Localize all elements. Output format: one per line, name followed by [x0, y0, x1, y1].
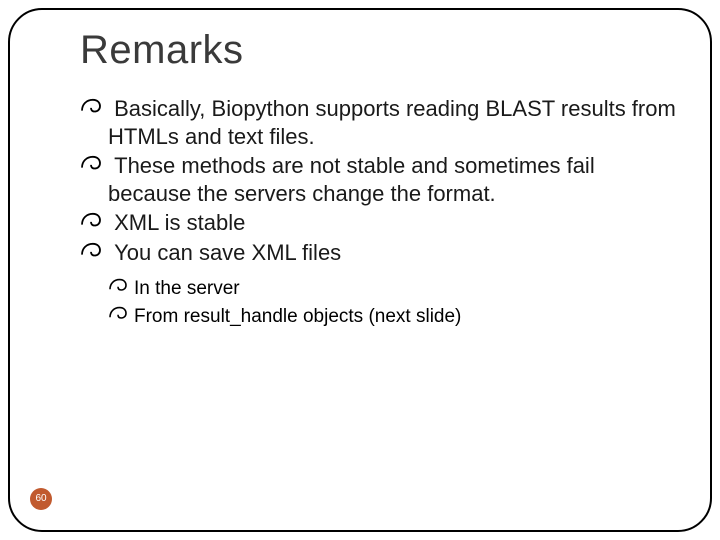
slide-content: Remarks Basically, Biopython supports re…: [80, 28, 680, 331]
slide-title: Remarks: [80, 28, 680, 73]
bullet-item: Basically, Biopython supports reading BL…: [80, 95, 680, 150]
swirl-bullet-icon: [80, 242, 102, 260]
page-number-badge: 60: [30, 488, 52, 510]
sub-bullet-item: In the server: [108, 276, 680, 302]
swirl-bullet-icon: [108, 278, 128, 294]
sub-bullet-list: In the server From result_handle objects…: [108, 276, 680, 329]
bullet-text: Basically, Biopython supports reading BL…: [108, 96, 676, 149]
bullet-item: XML is stable: [80, 209, 680, 237]
bullet-text: You can save XML files: [114, 240, 341, 265]
swirl-bullet-icon: [80, 212, 102, 230]
page-number: 60: [35, 493, 46, 504]
bullet-text: XML is stable: [114, 210, 245, 235]
swirl-bullet-icon: [80, 155, 102, 173]
sub-bullet-text: From result_handle objects (next slide): [134, 306, 461, 327]
bullet-item: You can save XML files: [80, 239, 680, 267]
swirl-bullet-icon: [108, 306, 128, 322]
bullet-list: Basically, Biopython supports reading BL…: [80, 95, 680, 266]
bullet-item: These methods are not stable and sometim…: [80, 152, 680, 207]
sub-bullet-item: From result_handle objects (next slide): [108, 304, 680, 330]
swirl-bullet-icon: [80, 98, 102, 116]
slide: Remarks Basically, Biopython supports re…: [0, 0, 720, 540]
sub-bullet-text: In the server: [134, 278, 240, 299]
bullet-text: These methods are not stable and sometim…: [108, 153, 595, 206]
